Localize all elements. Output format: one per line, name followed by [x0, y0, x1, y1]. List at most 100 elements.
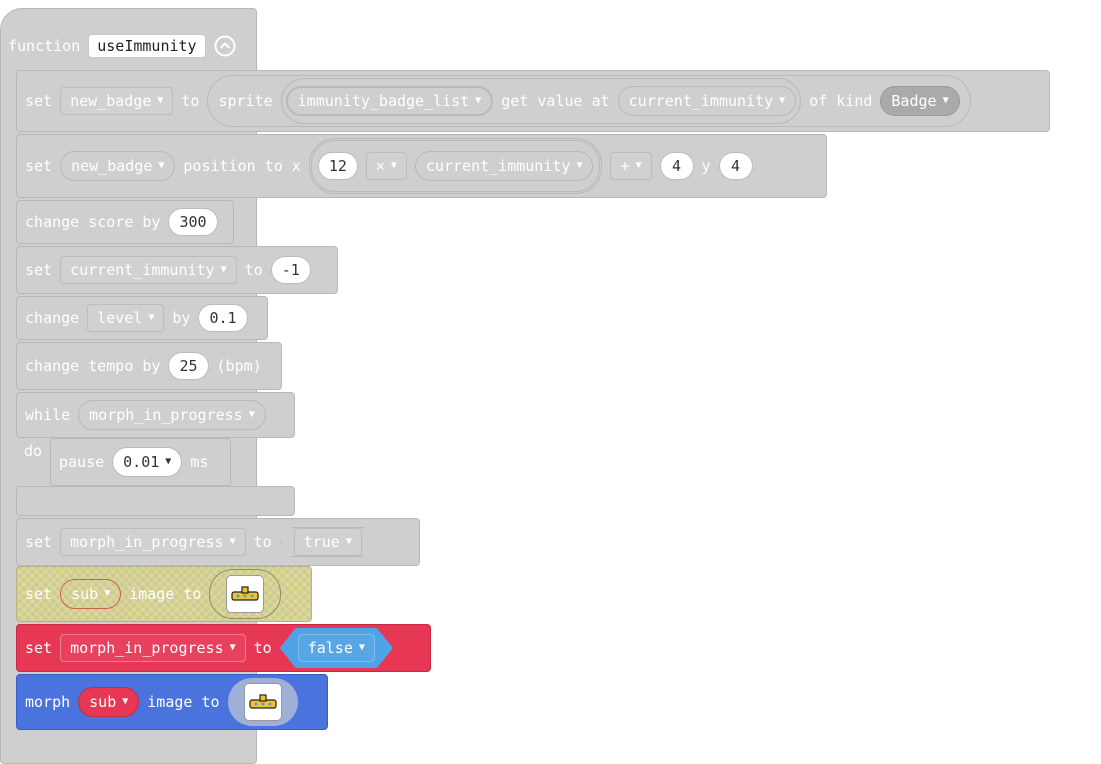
caret-down-icon: ▼	[122, 696, 129, 707]
sub-sprite-icon	[226, 575, 265, 613]
set-new-badge-block[interactable]: set new_badge ▼ to sprite immunity_badge_…	[16, 70, 1050, 132]
variable-name: level	[97, 309, 143, 327]
to-label: to	[181, 92, 200, 110]
variable-name: sub	[71, 585, 99, 603]
plus-operator-dropdown[interactable]: + ▼	[610, 152, 652, 180]
variable-dropdown[interactable]: current_immunity ▼	[60, 256, 237, 284]
variable-name: sub	[89, 693, 117, 711]
change-level-block[interactable]: change level ▼ by 0.1	[16, 296, 268, 340]
list-name: immunity_badge_list	[297, 92, 470, 110]
sub-sprite-icon	[243, 683, 282, 721]
variable-name: current_immunity	[70, 261, 215, 279]
kind-dropdown[interactable]: Badge ▼	[880, 86, 960, 116]
pause-dropdown[interactable]: 0.01 ▼	[112, 447, 183, 477]
variable-dropdown[interactable]: morph_in_progress ▼	[60, 634, 246, 662]
change-score-block[interactable]: change score by 300	[16, 200, 234, 244]
while-header[interactable]: while morph_in_progress ▼	[16, 392, 295, 438]
change-tempo-block[interactable]: change tempo by 25 (bpm)	[16, 342, 282, 390]
caret-down-icon: ▼	[942, 95, 949, 106]
immunity-value[interactable]: -1	[270, 256, 311, 284]
set-immunity-block[interactable]: set current_immunity ▼ to -1	[16, 246, 338, 294]
number-c[interactable]: 4	[659, 152, 694, 180]
set-keyword: set	[25, 585, 53, 603]
variable-name: new_badge	[71, 157, 153, 175]
caret-down-icon: ▼	[390, 160, 397, 171]
set-keyword: set	[25, 639, 53, 657]
condition-dropdown[interactable]: morph_in_progress ▼	[78, 400, 266, 430]
index-name: current_immunity	[628, 92, 774, 110]
morph-keyword: morph	[25, 693, 71, 711]
caret-down-icon: ▼	[475, 95, 482, 106]
caret-down-icon: ▼	[158, 160, 165, 171]
variable-dropdown[interactable]: new_badge ▼	[60, 151, 176, 181]
sprite-keyword: sprite	[218, 92, 273, 110]
index-dropdown[interactable]: current_immunity ▼	[414, 151, 594, 181]
variable-name: morph_in_progress	[70, 639, 224, 657]
set-morph-true-block[interactable]: set morph_in_progress ▼ to true ▼	[16, 518, 420, 566]
caret-down-icon: ▼	[157, 95, 164, 106]
set-keyword: set	[25, 533, 53, 551]
boolean-dropdown[interactable]: false ▼	[298, 634, 375, 662]
while-do-label: do	[24, 442, 43, 460]
caret-down-icon: ▼	[358, 642, 365, 653]
y-label: y	[701, 157, 711, 175]
set-sub-image-block[interactable]: set sub ▼ image to	[16, 566, 312, 622]
list-dropdown[interactable]: immunity_badge_list ▼	[285, 86, 494, 116]
while-footer	[16, 486, 295, 516]
score-value[interactable]: 300	[168, 208, 218, 236]
collapse-icon[interactable]	[214, 35, 236, 57]
variable-dropdown[interactable]: morph_in_progress ▼	[60, 528, 246, 556]
set-keyword: set	[25, 157, 53, 175]
boolean-true-value[interactable]: true ▼	[280, 527, 376, 557]
variable-name: morph_in_progress	[70, 533, 224, 551]
level-value[interactable]: 0.1	[198, 304, 248, 332]
image-to-label: image to	[129, 585, 202, 603]
image-to-label: image to	[147, 693, 220, 711]
caret-down-icon: ▼	[104, 588, 111, 599]
to-label: to	[253, 533, 272, 551]
boolean-dropdown[interactable]: true ▼	[293, 528, 362, 556]
morph-block[interactable]: morph sub ▼ image to	[16, 674, 328, 730]
sprite-get-value-reporter[interactable]: sprite immunity_badge_list ▼ get value at…	[207, 75, 971, 127]
set-position-block[interactable]: set new_badge ▼ position to x 12 × ▼ curre…	[16, 134, 827, 198]
condition-name: morph_in_progress	[89, 406, 243, 424]
operator-dropdown[interactable]: × ▼	[365, 152, 407, 180]
tempo-value[interactable]: 25	[168, 352, 209, 380]
caret-down-icon: ▼	[345, 536, 352, 547]
ms-label: ms	[190, 453, 209, 471]
arithmetic-reporter[interactable]: 12 × ▼ current_immunity ▼	[308, 138, 603, 194]
set-keyword: set	[25, 92, 53, 110]
image-picker[interactable]	[227, 678, 298, 726]
index-dropdown[interactable]: current_immunity ▼	[617, 86, 797, 116]
pause-block[interactable]: pause 0.01 ▼ ms	[50, 438, 231, 486]
set-keyword: set	[25, 261, 53, 279]
position-to-x-label: position to x	[183, 157, 301, 175]
caret-down-icon: ▼	[148, 312, 155, 323]
function-name-field[interactable]: useImmunity	[88, 34, 206, 58]
to-label: to	[253, 639, 272, 657]
number-y[interactable]: 4	[718, 152, 753, 180]
while-keyword: while	[25, 406, 71, 424]
image-picker[interactable]	[209, 569, 282, 619]
variable-name: new_badge	[70, 92, 152, 110]
pause-value: 0.01	[123, 453, 160, 471]
boolean-false-value[interactable]: false ▼	[280, 628, 393, 668]
variable-dropdown[interactable]: new_badge ▼	[60, 87, 174, 115]
change-keyword: change	[25, 309, 80, 327]
change-score-label: change score by	[25, 213, 161, 231]
kind-name: Badge	[891, 92, 937, 110]
variable-dropdown[interactable]: sub ▼	[78, 687, 140, 717]
bpm-label: (bpm)	[216, 357, 262, 375]
variable-dropdown[interactable]: sub ▼	[60, 579, 122, 609]
number-a[interactable]: 12	[317, 152, 358, 180]
operator-symbol: ×	[375, 157, 385, 175]
function-header[interactable]: function useImmunity	[0, 22, 255, 70]
variable-dropdown[interactable]: level ▼	[87, 304, 165, 332]
caret-down-icon: ▼	[779, 95, 786, 106]
set-morph-false-block[interactable]: set morph_in_progress ▼ to false ▼	[16, 624, 431, 672]
get-value-inner[interactable]: immunity_badge_list ▼ get value at curren…	[280, 78, 802, 124]
index-name: current_immunity	[425, 157, 571, 175]
boolean-text: true	[303, 533, 340, 551]
caret-down-icon: ▼	[229, 536, 236, 547]
caret-down-icon: ▼	[635, 160, 642, 171]
